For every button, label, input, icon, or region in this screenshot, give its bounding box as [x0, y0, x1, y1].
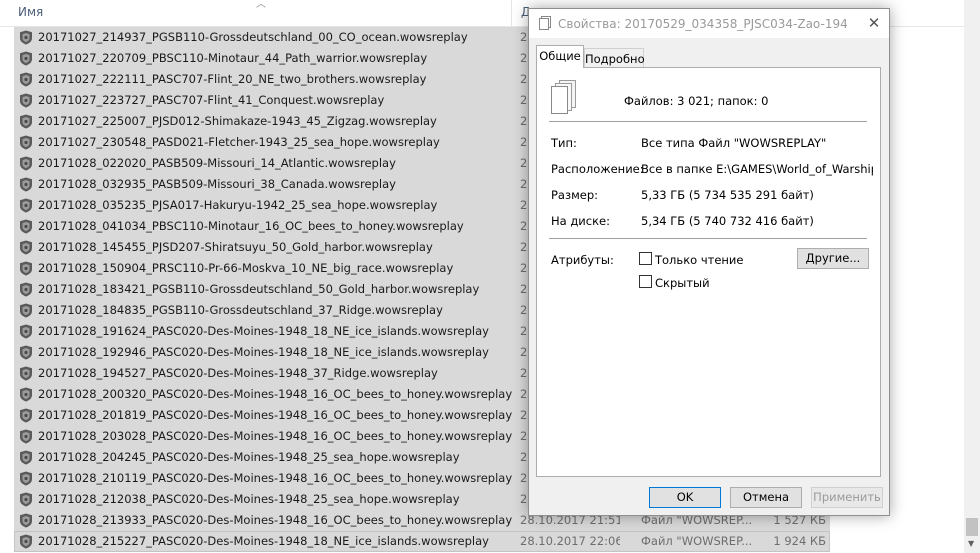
hidden-checkbox[interactable]: [639, 275, 652, 288]
file-name: 20171028_212038_PASC020-Des-Moines-1948_…: [38, 492, 460, 506]
wowsreplay-file-icon: [19, 366, 33, 381]
scroll-down-arrow-icon[interactable]: ▼: [968, 539, 974, 548]
scrollbar-thumb[interactable]: [966, 518, 978, 536]
separator: [549, 238, 867, 239]
size-label: Размер:: [551, 188, 599, 202]
wowsreplay-file-icon: [19, 93, 33, 108]
wowsreplay-file-icon: [19, 51, 33, 66]
wowsreplay-file-icon: [19, 156, 33, 171]
file-name: 20171028_032935_PASB509-Missouri_38_Cana…: [38, 177, 396, 191]
file-name: 20171028_201819_PASC020-Des-Moines-1948_…: [38, 408, 513, 422]
file-name: 20171027_230548_PASD021-Fletcher-1943_25…: [38, 135, 440, 149]
properties-dialog: Свойства: 20170529_034358_PJSC034-Zao-19…: [528, 8, 890, 516]
size-value: 5,33 ГБ (5 734 535 291 байт): [641, 188, 814, 202]
file-name: 20171027_223727_PASC707-Flint_41_Conques…: [38, 93, 385, 107]
type-value: Все типа Файл "WOWSREPLAY": [641, 136, 827, 150]
file-name: 20171028_210119_PASC020-Des-Moines-1948_…: [38, 471, 513, 485]
file-name: 20171028_215227_PASC020-Des-Moines-1948_…: [38, 534, 489, 548]
type-label: Тип:: [551, 136, 577, 150]
attributes-label: Атрибуты:: [551, 253, 614, 267]
wowsreplay-file-icon: [19, 72, 33, 87]
ok-button[interactable]: OK: [649, 487, 721, 508]
wowsreplay-file-icon: [19, 177, 33, 192]
wowsreplay-file-icon: [19, 492, 33, 507]
wowsreplay-file-icon: [19, 303, 33, 318]
readonly-checkbox[interactable]: [639, 252, 652, 265]
wowsreplay-file-icon: [19, 282, 33, 297]
column-divider[interactable]: [511, 0, 512, 26]
wowsreplay-file-icon: [19, 261, 33, 276]
close-icon[interactable]: ✕: [861, 11, 887, 35]
disk-size-value: 5,34 ГБ (5 740 732 416 байт): [641, 214, 814, 228]
file-size: 1 924 КБ: [773, 534, 826, 548]
file-date: 28.10.2017 22:06: [520, 534, 620, 548]
file-name: 20171028_192946_PASC020-Des-Moines-1948_…: [38, 345, 489, 359]
sort-ascending-icon: ︿: [256, 0, 266, 10]
file-name: 20171028_035235_PJSA017-Hakuryu-1942_25_…: [38, 198, 438, 212]
wowsreplay-file-icon: [19, 387, 33, 402]
tab-details[interactable]: Подробно: [584, 48, 645, 69]
dialog-title: Свойства: 20170529_034358_PJSC034-Zao-19…: [558, 17, 848, 31]
files-icon: [539, 16, 551, 30]
file-name: 20171027_222111_PASC707-Flint_20_NE_two_…: [38, 72, 427, 86]
column-header-name[interactable]: Имя: [18, 5, 43, 19]
file-name: 20171028_022020_PASB509-Missouri_14_Atla…: [38, 156, 396, 170]
wowsreplay-file-icon: [19, 114, 33, 129]
file-name: 20171028_150904_PRSC110-Pr-66-Moskva_10_…: [38, 261, 454, 275]
wowsreplay-file-icon: [19, 135, 33, 150]
multiple-files-icon: [551, 80, 576, 114]
wowsreplay-file-icon: [19, 534, 33, 549]
separator: [549, 121, 867, 122]
file-name: 20171028_200320_PASC020-Des-Moines-1948_…: [38, 387, 513, 401]
apply-button[interactable]: Применить: [811, 487, 883, 508]
vertical-scrollbar[interactable]: ▼: [964, 0, 980, 553]
wowsreplay-file-icon: [19, 408, 33, 423]
files-count: Файлов: 3 021; папок: 0: [624, 94, 769, 108]
wowsreplay-file-icon: [19, 219, 33, 234]
location-value[interactable]: Все в папке E:\GAMES\World_of_Warships\r…: [641, 162, 873, 176]
file-name: 20171027_214937_PGSB110-Grossdeutschland…: [38, 30, 468, 44]
disk-size-label: На диске:: [551, 214, 610, 228]
readonly-label[interactable]: Только чтение: [655, 253, 743, 267]
wowsreplay-file-icon: [19, 471, 33, 486]
wowsreplay-file-icon: [19, 429, 33, 444]
other-attributes-button[interactable]: Другие...: [797, 248, 869, 269]
file-name: 20171028_041034_PBSC110-Minotaur_16_OC_b…: [38, 219, 464, 233]
file-name: 20171028_194527_PASC020-Des-Moines-1948_…: [38, 366, 438, 380]
location-label: Расположение:: [551, 162, 644, 176]
tab-general[interactable]: Общие: [536, 45, 584, 68]
tab-panel-general: Файлов: 3 021; папок: 0 Тип: Все типа Фа…: [536, 67, 881, 477]
file-name: 20171028_204245_PASC020-Des-Moines-1948_…: [38, 450, 460, 464]
wowsreplay-file-icon: [19, 324, 33, 339]
file-name: 20171028_203028_PASC020-Des-Moines-1948_…: [38, 429, 513, 443]
file-name: 20171028_145455_PJSD207-Shiratsuyu_50_Go…: [38, 240, 433, 254]
file-row[interactable]: 20171028_215227_PASC020-Des-Moines-1948_…: [0, 531, 964, 552]
file-name: 20171027_225007_PJSD012-Shimakaze-1943_4…: [38, 114, 437, 128]
file-name: 20171028_184835_PGSB110-Grossdeutschland…: [38, 303, 443, 317]
wowsreplay-file-icon: [19, 30, 33, 45]
hidden-label[interactable]: Скрытый: [655, 276, 710, 290]
wowsreplay-file-icon: [19, 240, 33, 255]
wowsreplay-file-icon: [19, 345, 33, 360]
file-name: 20171028_191624_PASC020-Des-Moines-1948_…: [38, 324, 489, 338]
dialog-titlebar[interactable]: Свойства: 20170529_034358_PJSC034-Zao-19…: [529, 9, 889, 38]
wowsreplay-file-icon: [19, 513, 33, 528]
file-name: 20171027_220709_PBSC110-Minotaur_44_Path…: [38, 51, 428, 65]
file-name: 20171028_183421_PGSB110-Grossdeutschland…: [38, 282, 480, 296]
cancel-button[interactable]: Отмена: [730, 487, 802, 508]
file-name: 20171028_213933_PASC020-Des-Moines-1948_…: [38, 513, 513, 527]
wowsreplay-file-icon: [19, 450, 33, 465]
wowsreplay-file-icon: [19, 198, 33, 213]
